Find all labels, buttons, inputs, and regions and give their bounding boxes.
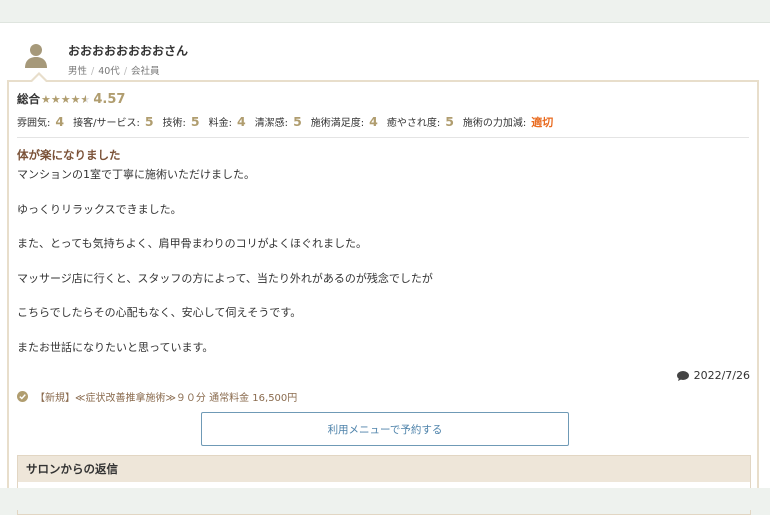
- category-rating: 雰囲気: 4: [17, 114, 73, 129]
- star-icon: ★: [50, 92, 61, 106]
- divider: [17, 137, 749, 138]
- category-value: 4: [369, 114, 378, 129]
- salon-reply-heading: サロンからの返信: [18, 456, 750, 482]
- check-circle-icon: [17, 391, 28, 402]
- category-label: 技術:: [162, 118, 186, 129]
- reviewer-age: 40代: [98, 66, 120, 77]
- category-rating: 料金: 4: [209, 114, 255, 129]
- review-line: こちらでしたらその心配もなく、安心して伺えそうです。: [17, 306, 302, 320]
- star-icon: ★: [70, 92, 81, 106]
- category-rating: 技術: 5: [163, 114, 209, 129]
- category-ratings: 雰囲気: 4 接客/サービス: 5 技術: 5 料金: 4 清潔感: 5 施術満足度: 4 …: [17, 114, 562, 130]
- review-line: マッサージ店に行くと、スタッフの方によって、当たり外れがあるのが残念でしたが: [17, 271, 433, 285]
- category-label: 接客/サービス:: [73, 118, 140, 129]
- review-line: またお世話になりたいと思っています。: [17, 340, 214, 354]
- review-date-text: 2022/7/26: [693, 369, 750, 382]
- review-page: おおおおおおおおさん 男性/40代/会社員 総合 ★ ★ ★ ★ ★ 4.57 …: [0, 22, 770, 515]
- reviewer-meta: 男性/40代 / 会社員: [68, 63, 160, 77]
- category-value: 4: [55, 114, 65, 129]
- category-value: 4: [236, 114, 246, 129]
- category-label: 料金:: [208, 118, 232, 129]
- category-label: 雰囲気:: [17, 118, 51, 129]
- category-label: 癒やされ度:: [386, 118, 441, 129]
- category-label: 清潔感:: [254, 118, 289, 129]
- card-pointer-inner: [31, 75, 47, 83]
- speech-bubble-icon: [676, 370, 689, 381]
- category-rating: 接客/サービス: 5: [73, 114, 162, 129]
- category-rating: 施術の力加減: 適切: [463, 114, 562, 130]
- category-value: 5: [293, 114, 302, 129]
- review-line: ゆっくりリラックスできました。: [17, 202, 182, 216]
- star-icon: ★: [60, 92, 71, 106]
- used-menu: 【新規】≪症状改善推拿施術≫９０分 通常料金 16,500円: [17, 389, 297, 404]
- review-card: 総合 ★ ★ ★ ★ ★ 4.57 雰囲気: 4 接客/サービス: 5 技術: 5 料…: [7, 72, 759, 515]
- overall-rating: 総合 ★ ★ ★ ★ ★ 4.57: [17, 91, 125, 107]
- overall-label: 総合: [17, 92, 40, 106]
- half-star-icon: ★: [81, 94, 91, 105]
- category-label: 施術の力加減:: [462, 118, 527, 129]
- category-value: 5: [144, 114, 154, 129]
- review-line: マンションの1室で丁寧に施術いただけました。: [17, 168, 255, 181]
- category-value: 5: [445, 114, 454, 129]
- category-rating: 癒やされ度: 5: [387, 114, 463, 129]
- person-icon: [25, 44, 47, 68]
- meta-separator: /: [91, 66, 95, 77]
- star-icon: ★: [41, 92, 51, 106]
- meta-separator: /: [123, 66, 128, 77]
- review-line: また、とっても気持ちよく、肩甲骨まわりのコリがよくほぐれました。: [17, 237, 368, 251]
- pressure-value: 適切: [531, 116, 554, 129]
- reviewer-gender: 男性: [68, 66, 88, 77]
- category-rating: 施術満足度: 4: [311, 114, 387, 129]
- category-label: 施術満足度:: [310, 118, 365, 129]
- overall-score: 4.57: [93, 91, 126, 107]
- review-body: マンションの1室で丁寧に施術いただけました。 ゆっくりリラックスできました。 ま…: [17, 166, 737, 374]
- reviewer-occupation: 会社員: [131, 66, 160, 77]
- category-value: 5: [190, 114, 200, 129]
- review-title: 体が楽になりました: [17, 148, 121, 162]
- star-rating: ★ ★ ★ ★ ★: [41, 94, 90, 105]
- review-date: 2022/7/26: [676, 369, 750, 382]
- category-rating: 清潔感: 5: [255, 114, 311, 129]
- reserve-with-menu-button[interactable]: 利用メニューで予約する: [201, 412, 569, 446]
- reviewer-name: おおおおおおおおさん: [68, 44, 189, 58]
- page-footer-band: [0, 488, 770, 510]
- menu-text: 【新規】≪症状改善推拿施術≫９０分 通常料金 16,500円: [35, 393, 298, 404]
